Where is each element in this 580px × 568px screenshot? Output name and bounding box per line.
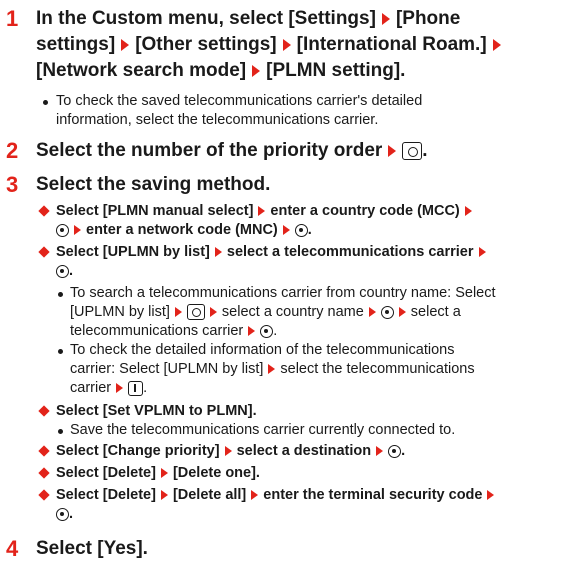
option-diamond-icon [38,467,50,479]
center-key-icon [380,305,394,319]
step-number: 2 [6,138,19,163]
sub-note-country-search: To search a telecommunications carrier f… [70,285,496,339]
arrow-icon [214,247,222,258]
arrow-icon [368,307,376,318]
bullet-note: To check the saved telecommunications ca… [56,93,423,128]
manual-page: 1 In the Custom menu, select [Settings][… [0,0,580,568]
bullet-dot [58,292,63,297]
step-1: 1 In the Custom menu, select [Settings][… [6,6,574,136]
arrow-icon [388,144,397,157]
center-key-icon [56,223,69,237]
bullet-dot [58,429,63,434]
arrow-icon [160,490,168,501]
arrow-icon [398,307,406,318]
step-4: 4 Select [Yes]. [6,536,574,564]
arrow-icon [464,206,472,217]
arrow-icon [209,307,217,318]
option-diamond-icon [38,246,50,258]
bullet-dot [58,349,63,354]
step-2: 2 Select the number of the priority orde… [6,138,574,166]
arrow-icon [252,64,261,77]
option-change-priority: Select [Change priority] select a destina… [56,443,406,459]
camera-key-icon [186,304,205,321]
arrow-icon [160,468,168,479]
info-key-icon [128,380,144,396]
step-title: Select the number of the priority order. [36,140,428,161]
arrow-icon [224,446,232,457]
center-key-icon [294,223,308,237]
arrow-icon [248,326,256,337]
option-diamond-icon [38,205,50,217]
arrow-icon [376,446,384,457]
arrow-icon [492,38,501,51]
sub-note-detail-info: To check the detailed information of the… [70,342,475,396]
arrow-icon [381,12,390,25]
option-plmn-manual: Select [PLMN manual select] enter a count… [56,202,477,240]
option-diamond-icon [38,489,50,501]
bullet-dot [43,100,48,105]
arrow-icon [282,225,290,236]
step-title: Select the saving method. [36,174,271,195]
arrow-icon [251,490,259,501]
arrow-icon [282,38,291,51]
option-delete-all: Select [Delete] [Delete all] enter the ter… [56,486,499,524]
step-title: Select [Yes]. [36,538,148,559]
arrow-icon [121,38,130,51]
option-diamond-icon [38,405,50,417]
option-delete-one: Select [Delete] [Delete one]. [56,465,260,481]
camera-key-icon [402,141,423,160]
center-key-icon [260,324,274,338]
option-set-vplmn: Select [Set VPLMN to PLMN]. [56,403,257,419]
step-3: 3 Select the saving method. Select [PLMN… [6,172,574,532]
center-key-icon [388,444,402,458]
center-key-icon [56,264,69,278]
sub-note-save-current: Save the telecommunications carrier curr… [70,422,456,438]
arrow-icon [74,225,81,236]
center-key-icon [56,507,69,521]
option-diamond-icon [38,445,50,457]
arrow-icon [487,490,495,501]
arrow-icon [174,307,182,318]
step-number: 3 [6,172,19,197]
arrow-icon [478,247,486,258]
arrow-icon [258,206,266,217]
arrow-icon [268,364,276,375]
step-number: 1 [6,6,19,31]
option-uplmn-list: Select [UPLMN by list] select a telecommu… [56,243,491,281]
step-title: In the Custom menu, select [Settings] [Ph… [36,6,574,84]
arrow-icon [116,383,124,394]
step-number: 4 [6,536,19,561]
